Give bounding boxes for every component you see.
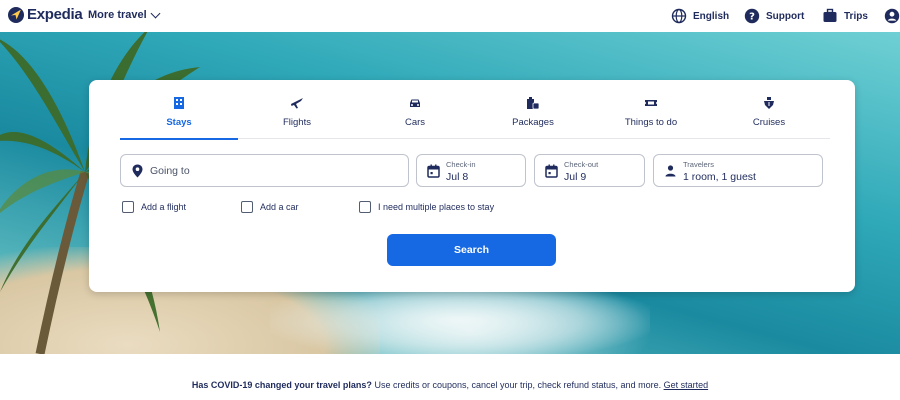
checkin-field[interactable]: Check-in Jul 8 xyxy=(416,154,526,187)
logo-text: Expedia xyxy=(27,6,83,23)
more-travel-label: More travel xyxy=(88,9,147,21)
tab-things-to-do-label: Things to do xyxy=(624,117,678,128)
tab-stays[interactable]: Stays xyxy=(120,94,238,140)
tab-stays-label: Stays xyxy=(166,117,192,128)
checkbox-box[interactable] xyxy=(359,201,371,213)
multiple-places-checkbox[interactable]: I need multiple places to stay xyxy=(359,201,494,213)
calendar-icon xyxy=(427,164,440,178)
tab-packages[interactable]: Packages xyxy=(474,94,592,139)
chevron-down-icon xyxy=(150,8,161,18)
destination-input[interactable]: Going to xyxy=(120,154,409,187)
tab-flights[interactable]: Flights xyxy=(238,94,356,139)
checkout-value: Jul 9 xyxy=(564,171,587,183)
language-button[interactable]: English xyxy=(671,8,729,24)
top-header: Expedia More travel English ? Support Tr… xyxy=(0,0,900,32)
plane-icon xyxy=(291,98,303,109)
travelers-field[interactable]: Travelers 1 room, 1 guest xyxy=(653,154,823,187)
multiple-places-label: I need multiple places to stay xyxy=(378,202,495,212)
covid-banner: Has COVID-19 changed your travel plans? … xyxy=(0,380,900,390)
destination-placeholder: Going to xyxy=(150,165,190,177)
add-flight-checkbox[interactable]: Add a flight xyxy=(122,201,186,213)
expedia-logo[interactable]: Expedia xyxy=(8,6,83,23)
location-pin-icon xyxy=(132,164,143,178)
ship-icon xyxy=(764,97,774,109)
tab-cars-label: Cars xyxy=(404,117,426,128)
checkin-value: Jul 8 xyxy=(446,171,469,183)
person-icon xyxy=(665,165,676,177)
globe-icon xyxy=(671,8,687,24)
car-icon xyxy=(410,99,420,107)
trips-button[interactable]: Trips xyxy=(822,8,868,24)
support-label: Support xyxy=(766,10,805,22)
tab-cars[interactable]: Cars xyxy=(356,94,474,139)
add-flight-label: Add a flight xyxy=(141,202,187,212)
add-car-checkbox[interactable]: Add a car xyxy=(241,201,299,213)
banner-heading: Has COVID-19 changed your travel plans? xyxy=(191,380,372,390)
tab-packages-label: Packages xyxy=(512,117,554,128)
calendar-icon xyxy=(545,164,558,178)
language-label: English xyxy=(693,10,730,22)
checkbox-box[interactable] xyxy=(122,201,134,213)
tab-flights-label: Flights xyxy=(283,117,311,128)
checkin-label: Check-in xyxy=(446,160,476,169)
svg-text:?: ? xyxy=(749,12,755,23)
checkout-field[interactable]: Check-out Jul 9 xyxy=(534,154,645,187)
help-icon: ? xyxy=(744,8,760,24)
tab-things-to-do[interactable]: Things to do xyxy=(592,94,710,139)
banner-text: Use credits or coupons, cancel your trip… xyxy=(371,380,664,390)
checkout-label: Check-out xyxy=(564,160,599,169)
suitcase-icon xyxy=(823,8,837,22)
more-travel-menu[interactable]: More travel xyxy=(88,8,161,21)
trips-label: Trips xyxy=(844,10,868,22)
tab-cruises[interactable]: Cruises xyxy=(710,94,828,139)
checkbox-box[interactable] xyxy=(241,201,253,213)
search-button[interactable]: Search xyxy=(387,234,556,266)
travel-tabs: Stays Flights Cars Packages Things to do… xyxy=(120,94,830,140)
logo-plane-icon xyxy=(8,6,24,23)
search-card: Stays Flights Cars Packages Things to do… xyxy=(89,80,855,292)
ticket-icon xyxy=(645,100,657,106)
account-button[interactable] xyxy=(884,8,900,24)
account-icon xyxy=(884,8,900,24)
travelers-label: Travelers xyxy=(683,160,714,169)
packages-icon xyxy=(527,97,540,110)
building-icon xyxy=(174,97,184,109)
tab-cruises-label: Cruises xyxy=(752,117,786,128)
travelers-value: 1 room, 1 guest xyxy=(683,171,756,183)
support-button[interactable]: ? Support xyxy=(744,8,804,24)
get-started-link[interactable]: Get started xyxy=(664,380,709,390)
add-car-label: Add a car xyxy=(260,202,299,212)
